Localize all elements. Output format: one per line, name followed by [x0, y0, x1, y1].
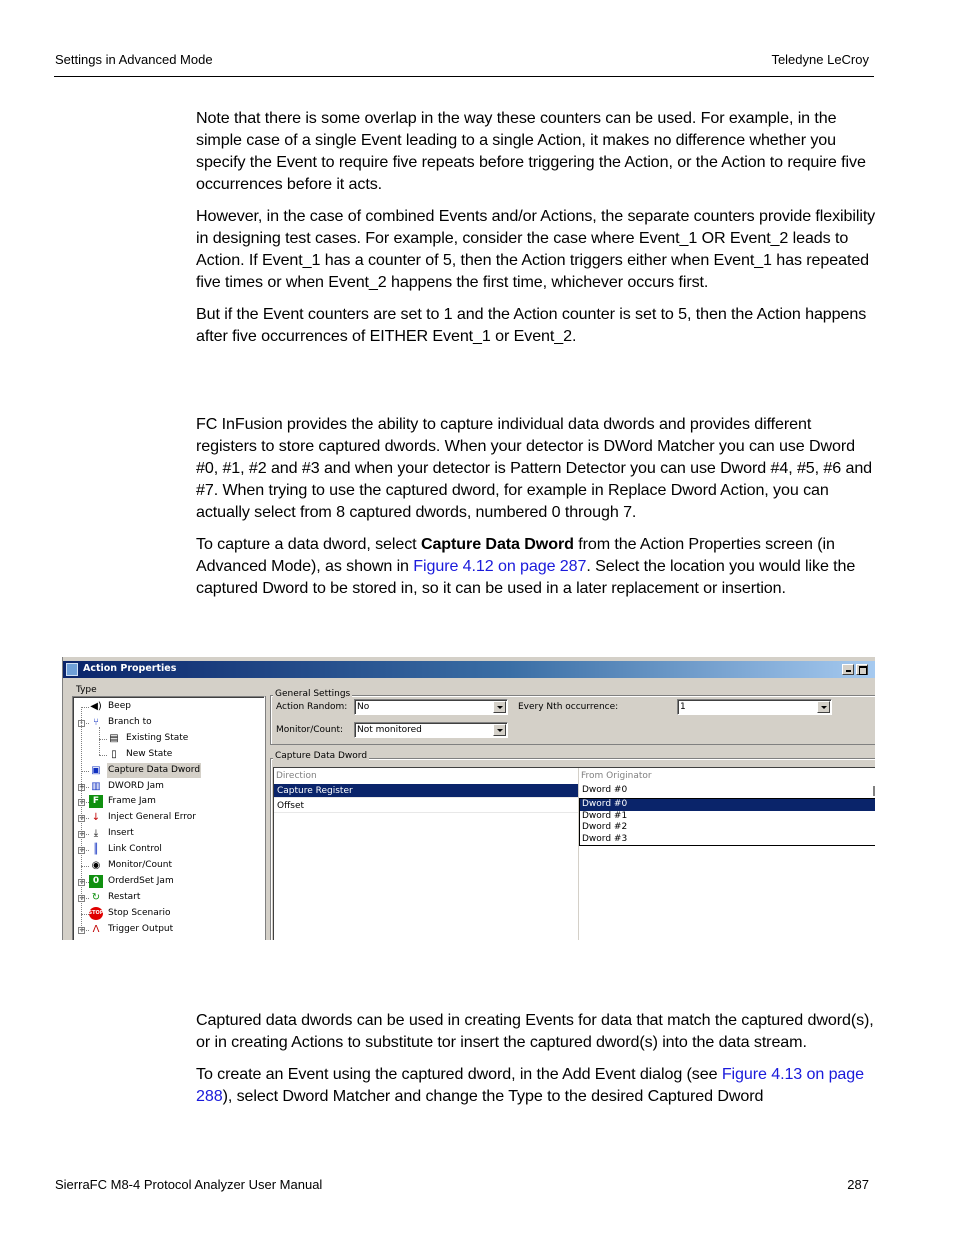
app-icon — [66, 663, 78, 676]
tree-item-label: Frame Jam — [108, 796, 156, 807]
action-random-label: Action Random: — [276, 702, 348, 712]
grid-row-capture-register[interactable]: Capture Register — [274, 784, 578, 798]
trigger-output-icon: Λ — [92, 923, 100, 935]
dword-jam-icon: ▥ — [91, 780, 101, 792]
tree-item-label: OrderdSet Jam — [108, 875, 174, 886]
tree-scrollbar[interactable] — [265, 696, 269, 940]
footer-manual-title: SierraFC M8-4 Protocol Analyzer User Man… — [55, 1177, 323, 1192]
tree-connector — [81, 770, 89, 772]
dialog-title: Action Properties — [83, 663, 177, 674]
paragraph: To create an Event using the captured dw… — [196, 1063, 876, 1107]
tree-connector — [81, 707, 82, 930]
chevron-down-icon[interactable] — [493, 701, 506, 713]
text: To create an Event using the captured dw… — [196, 1065, 722, 1083]
column-header-originator[interactable]: From Originator — [579, 769, 652, 783]
tree-item-label: Capture Data Dword — [107, 762, 202, 778]
dropdown-option[interactable]: Dword #0 — [580, 799, 875, 811]
action-random-value: No — [357, 702, 370, 712]
text: To capture a data dword, select — [196, 535, 421, 553]
tree-item-label: Beep — [108, 701, 131, 711]
tree-item-label: DWORD Jam — [108, 780, 164, 791]
existing-state-icon: ▤ — [109, 732, 119, 744]
action-type-tree[interactable]: ◀) Beep - ⑂ Branch to ▤ Existing State ▯ New Sta… — [72, 696, 265, 940]
general-settings-label: General Settings — [273, 689, 353, 699]
capture-dword-group-label: Capture Data Dword — [273, 751, 370, 761]
tree-connector — [99, 754, 107, 756]
action-properties-dialog: Action Properties Type ◀) Beep - ⑂ Branch to… — [62, 657, 875, 940]
capture-register-dropdown[interactable]: Dword #0 Dword #1 Dword #2 Dword #3 — [579, 798, 875, 846]
every-nth-value: 1 — [680, 702, 686, 712]
tree-item-label: Monitor/Count — [108, 860, 172, 870]
speaker-icon: ◀) — [90, 701, 102, 712]
usage-section: Captured data dwords can be used in crea… — [196, 1009, 876, 1117]
link-control-icon: ║ — [92, 844, 100, 856]
tree-item-label: Inject General Error — [108, 812, 197, 823]
restart-icon: ↻ — [91, 891, 101, 903]
maximize-button[interactable] — [856, 664, 868, 675]
tree-connector — [99, 738, 107, 740]
action-random-select[interactable]: No — [354, 699, 508, 715]
tree-item-label: Branch to — [108, 716, 152, 727]
frame-jam-icon: F — [89, 795, 103, 809]
monitor-count-value: Not monitored — [357, 725, 422, 735]
running-header-brand: Teledyne LeCroy — [771, 52, 869, 67]
grid-row-offset[interactable]: Offset — [274, 799, 578, 813]
dropdown-option[interactable]: Dword #2 — [580, 822, 875, 834]
monitor-count-label: Monitor/Count: — [276, 725, 344, 735]
column-header-direction[interactable]: Direction — [274, 769, 317, 783]
tree-item-label: Stop Scenario — [108, 907, 171, 918]
insert-icon: ⤓ — [93, 828, 99, 840]
paragraph: But if the Event counters are set to 1 a… — [196, 305, 867, 345]
tree-connector — [99, 726, 100, 755]
dropdown-option[interactable]: Dword #3 — [580, 834, 875, 846]
bold-term: Capture Data Dword — [420, 535, 574, 553]
tree-item-label: Existing State — [126, 732, 189, 743]
paragraph: Captured data dwords can be used in crea… — [196, 1011, 874, 1051]
text: ), select Dword Matcher and change the T… — [222, 1087, 764, 1105]
chevron-down-icon[interactable] — [817, 701, 830, 713]
capture-section: FC InFusion provides the ability to capt… — [196, 413, 876, 609]
branch-icon: ⑂ — [93, 716, 99, 728]
monitor-count-select[interactable]: Not monitored — [354, 722, 508, 738]
orderedset-jam-icon: 0 — [89, 874, 103, 888]
running-header-section: Settings in Advanced Mode — [55, 52, 213, 67]
page-number: 287 — [847, 1177, 869, 1192]
capture-dword-icon: ▣ — [91, 764, 101, 776]
stop-icon: STOP — [89, 906, 103, 920]
tree-connector — [81, 866, 89, 867]
title-bar[interactable]: Action Properties — [63, 661, 875, 678]
paragraph: Note that there is some overlap in the w… — [196, 109, 866, 193]
minimize-button[interactable] — [842, 664, 854, 675]
counters-section: Note that there is some overlap in the w… — [196, 107, 876, 357]
tree-item-label: Link Control — [108, 844, 162, 855]
paragraph: FC InFusion provides the ability to capt… — [196, 415, 873, 521]
paragraph: However, in the case of combined Events … — [196, 207, 876, 291]
inject-error-icon: ↓ — [91, 812, 101, 824]
capture-register-value[interactable]: Dword #0 — [579, 784, 875, 797]
type-label: Type — [76, 685, 97, 695]
figure-link[interactable]: Figure 4.12 on page 287 — [413, 557, 586, 575]
tree-item-label: Trigger Output — [108, 923, 174, 934]
every-nth-select[interactable]: 1 — [677, 699, 832, 715]
every-nth-label: Every Nth occurrence: — [518, 702, 619, 712]
tree-item-label: New State — [126, 748, 173, 759]
tree-item-label: Insert — [108, 828, 134, 839]
header-rule — [54, 76, 874, 77]
capture-property-grid: Direction From Originator Capture Regist… — [273, 767, 875, 940]
tree-connector — [81, 707, 89, 708]
tree-item-label: Restart — [108, 891, 141, 902]
monitor-count-icon: ◉ — [91, 860, 101, 871]
paragraph: To capture a data dword, select Capture … — [196, 533, 876, 599]
chevron-down-icon[interactable] — [493, 724, 506, 736]
dropdown-option[interactable]: Dword #1 — [580, 811, 875, 823]
new-state-icon: ▯ — [111, 748, 117, 760]
